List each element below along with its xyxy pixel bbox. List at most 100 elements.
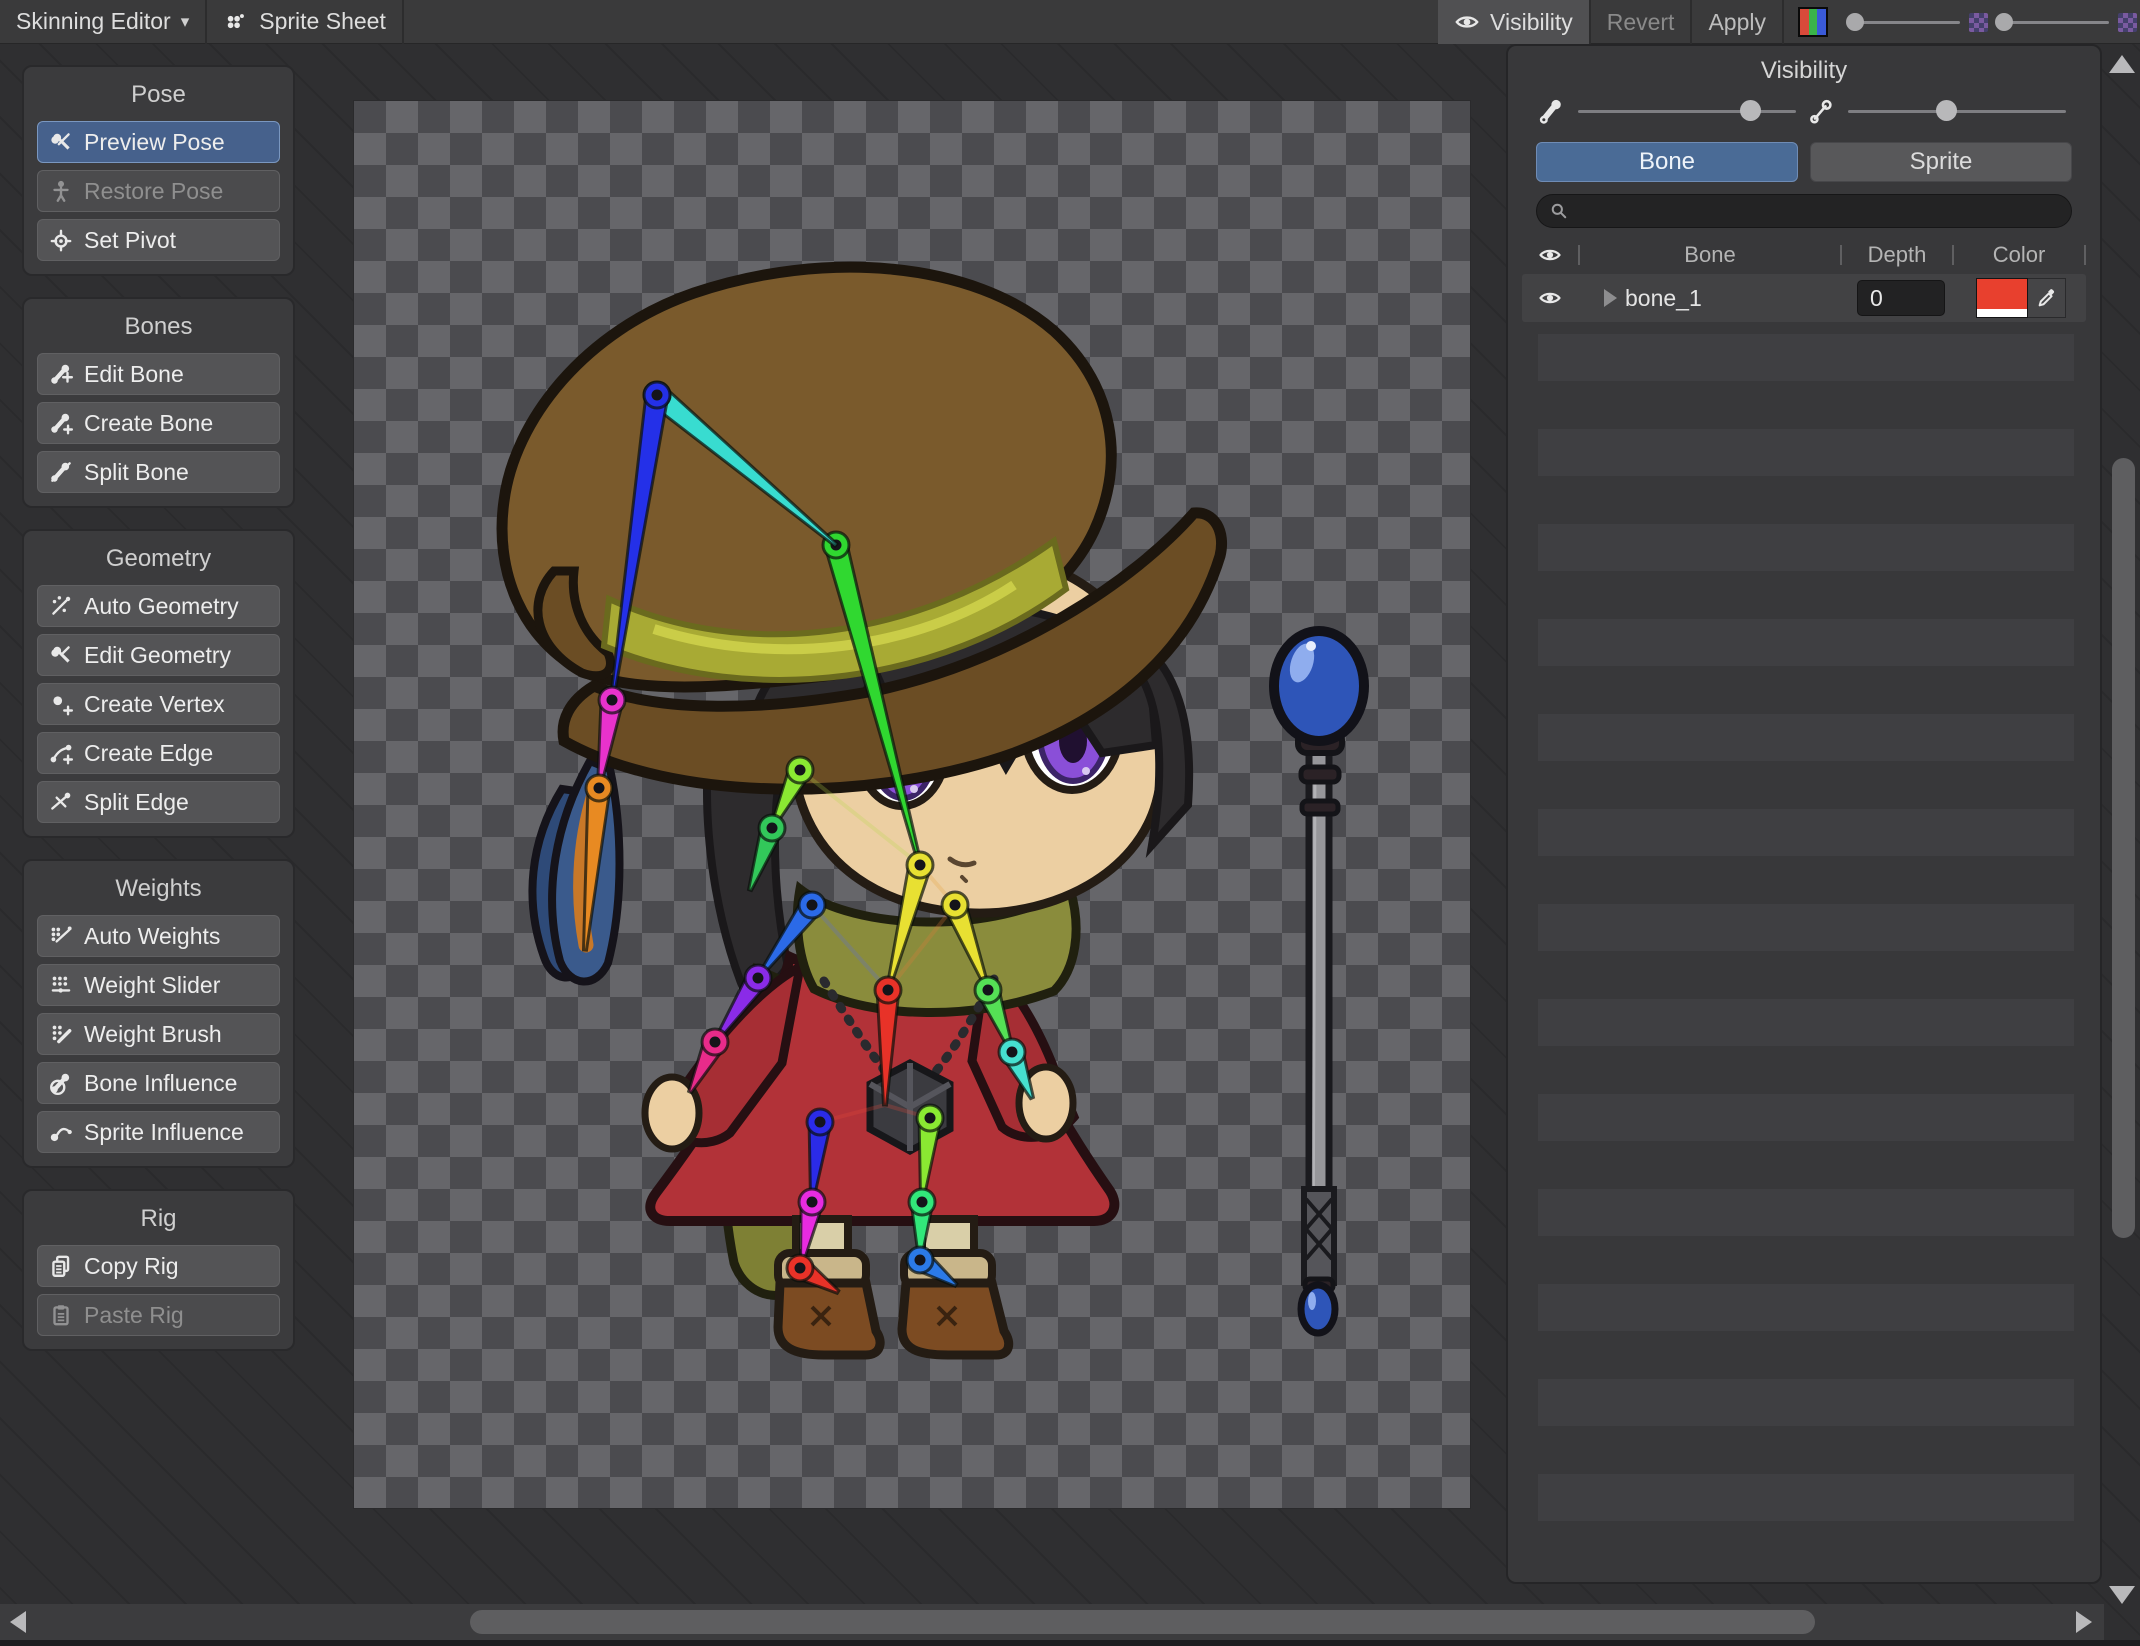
color-mode-swatch[interactable] — [1798, 7, 1828, 37]
copy-rig-button[interactable]: Copy Rig — [37, 1245, 280, 1287]
vertical-scrollbar[interactable] — [2104, 0, 2140, 1604]
scroll-up-arrow[interactable] — [2109, 55, 2135, 73]
expand-chevron-icon[interactable] — [1604, 289, 1617, 307]
column-header-color[interactable]: Color — [1954, 242, 2084, 268]
pose-section: Pose Preview Pose Restore Pose Set Pivot — [22, 65, 295, 276]
row-visibility-toggle[interactable] — [1522, 286, 1578, 310]
horizontal-scrollbar[interactable] — [0, 1604, 2104, 1640]
section-title: Rig — [140, 1205, 177, 1232]
edit-geometry-icon — [48, 642, 74, 668]
pattern-icon — [1969, 12, 1988, 32]
depth-input[interactable] — [1857, 280, 1945, 316]
character-body — [496, 261, 1227, 1360]
sprite-opacity-thumb[interactable] — [1935, 100, 1957, 121]
set-pivot-icon — [48, 227, 74, 253]
create-edge-button[interactable]: Create Edge — [37, 732, 280, 774]
staff-sprite — [1269, 626, 1369, 1337]
sprite-sheet-icon — [223, 9, 249, 35]
eyedropper-button[interactable] — [2028, 278, 2066, 318]
toolbar: Skinning Editor ▾ Sprite Sheet Visibilit… — [0, 0, 2140, 44]
copy-rig-icon — [48, 1253, 74, 1279]
window-bottom-edge — [0, 1640, 2140, 1646]
section-title: Pose — [131, 81, 186, 108]
geometry-section: Geometry Auto Geometry Edit Geometry Cre… — [22, 529, 295, 838]
split-edge-icon — [48, 789, 74, 815]
sprite-influence-button[interactable]: Sprite Influence — [37, 1111, 280, 1153]
restore-pose-icon — [48, 178, 74, 204]
set-pivot-button[interactable]: Set Pivot — [37, 219, 280, 261]
toolbar-slider-b-thumb[interactable] — [1994, 13, 2013, 31]
eye-icon — [1538, 286, 1562, 310]
restore-pose-button[interactable]: Restore Pose — [37, 170, 280, 212]
bone-influence-icon — [48, 1070, 74, 1096]
visibility-panel-title: Visibility — [1760, 57, 1848, 84]
apply-button[interactable]: Apply — [1692, 0, 1782, 44]
sprite-canvas[interactable] — [354, 101, 1470, 1508]
weight-slider-icon — [48, 972, 74, 998]
visibility-tabs: Bone Sprite — [1508, 134, 2100, 182]
opacity-sliders-row — [1508, 88, 2100, 134]
weight-slider-button[interactable]: Weight Slider — [37, 964, 280, 1006]
section-title: Geometry — [105, 545, 212, 572]
create-vertex-button[interactable]: Create Vertex — [37, 683, 280, 725]
tab-sprite[interactable]: Sprite — [1810, 142, 2072, 182]
bone-list-empty-rows — [1538, 334, 2074, 1566]
create-edge-icon — [48, 740, 74, 766]
chevron-down-icon: ▾ — [180, 11, 190, 31]
auto-geometry-button[interactable]: Auto Geometry — [37, 585, 280, 627]
skinning-editor-window: Skinning Editor ▾ Sprite Sheet Visibilit… — [0, 0, 2140, 1646]
skinning-editor-dropdown[interactable]: Skinning Editor ▾ — [0, 0, 205, 44]
column-header-bone[interactable]: Bone — [1580, 242, 1840, 268]
table-row-bone-1[interactable]: bone_1 — [1522, 274, 2086, 322]
eyedropper-icon — [2036, 287, 2058, 309]
split-edge-button[interactable]: Split Edge — [37, 781, 280, 823]
bone-name: bone_1 — [1625, 284, 1702, 311]
create-bone-icon — [48, 410, 74, 436]
bones-section: Bones Edit Bone Create Bone Split Bone — [22, 297, 295, 508]
revert-button[interactable]: Revert — [1591, 0, 1691, 44]
bone-table-header: Bone Depth Color — [1522, 238, 2086, 272]
edit-bone-icon — [48, 361, 74, 387]
preview-pose-button[interactable]: Preview Pose — [37, 121, 280, 163]
search-icon — [1549, 201, 1569, 221]
vertical-scrollbar-thumb[interactable] — [2112, 458, 2135, 1238]
sprite-opacity-slider[interactable] — [1844, 88, 2070, 134]
bone-influence-button[interactable]: Bone Influence — [37, 1062, 280, 1104]
scroll-down-arrow[interactable] — [2109, 1586, 2135, 1604]
scroll-right-arrow[interactable] — [2076, 1611, 2092, 1633]
search-input[interactable] — [1577, 198, 2059, 224]
toolbar-slider-a-thumb[interactable] — [1845, 13, 1864, 31]
visibility-toggle-button[interactable]: Visibility — [1438, 0, 1589, 44]
visibility-panel: Visibility Bone Sprite Bone Depth Color … — [1506, 44, 2102, 1584]
horizontal-scrollbar-thumb[interactable] — [470, 1610, 1815, 1634]
weights-section: Weights Auto Weights Weight Slider Weigh… — [22, 859, 295, 1168]
toolbar-slider-b[interactable] — [1994, 0, 2109, 44]
bone-opacity-slider[interactable] — [1574, 88, 1800, 134]
scroll-left-arrow[interactable] — [10, 1611, 26, 1633]
rig-section: Rig Copy Rig Paste Rig — [22, 1189, 295, 1351]
weight-brush-icon — [48, 1021, 74, 1047]
column-header-depth[interactable]: Depth — [1842, 242, 1952, 268]
bone-filled-icon — [1538, 97, 1566, 125]
tool-sidebar: Pose Preview Pose Restore Pose Set Pivot… — [22, 65, 295, 1372]
bone-search-field[interactable] — [1536, 194, 2072, 228]
character-sprite — [496, 261, 1369, 1360]
bone-opacity-thumb[interactable] — [1740, 100, 1762, 121]
section-title: Weights — [115, 875, 202, 902]
weight-brush-button[interactable]: Weight Brush — [37, 1013, 280, 1055]
edit-bone-button[interactable]: Edit Bone — [37, 353, 280, 395]
paste-rig-button[interactable]: Paste Rig — [37, 1294, 280, 1336]
tab-bone[interactable]: Bone — [1536, 142, 1798, 182]
split-bone-button[interactable]: Split Bone — [37, 451, 280, 493]
auto-weights-button[interactable]: Auto Weights — [37, 915, 280, 957]
eye-icon — [1454, 9, 1480, 35]
preview-pose-icon — [48, 129, 74, 155]
toolbar-divider — [401, 0, 404, 44]
create-bone-button[interactable]: Create Bone — [37, 402, 280, 444]
toolbar-slider-a[interactable] — [1845, 0, 1960, 44]
auto-weights-icon — [48, 923, 74, 949]
bone-color-swatch[interactable] — [1976, 278, 2028, 318]
edit-geometry-button[interactable]: Edit Geometry — [37, 634, 280, 676]
sprite-sheet-button[interactable]: Sprite Sheet — [207, 0, 402, 44]
auto-geometry-icon — [48, 593, 74, 619]
